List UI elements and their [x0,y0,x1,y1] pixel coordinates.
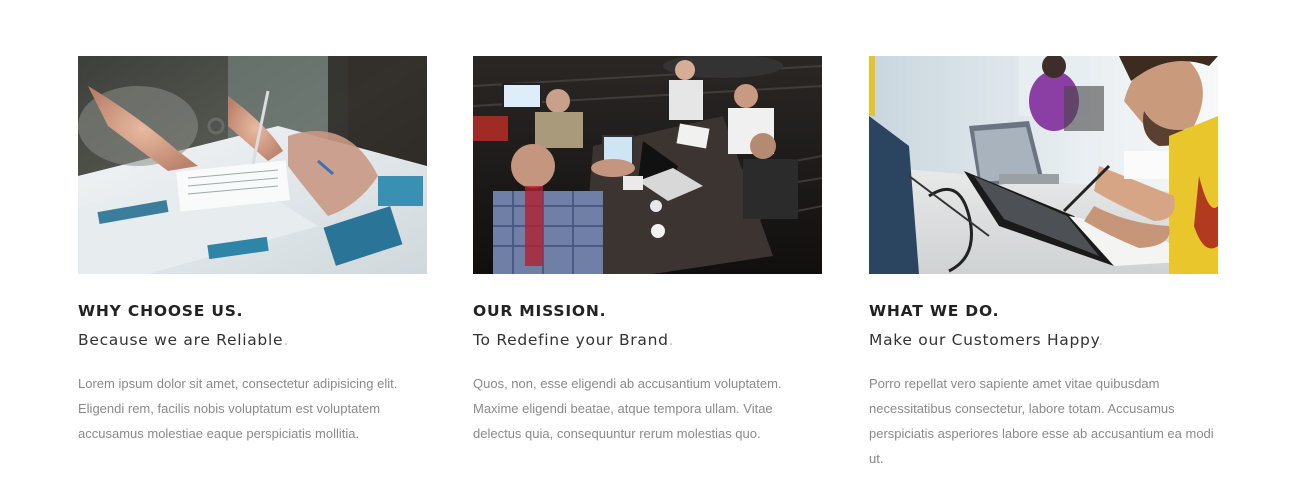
feature-tagline-period: . [283,331,289,349]
feature-tagline-text: Make our Customers Happy [869,331,1099,349]
feature-photo-meeting [473,56,822,274]
feature-what-we-do: WHAT WE DO. Make our Customers Happy. Po… [869,56,1218,471]
feature-our-mission: OUR MISSION. To Redefine your Brand. Quo… [473,56,822,471]
feature-photo-documents [78,56,427,274]
feature-tagline: To Redefine your Brand. [473,330,822,350]
feature-tagline-period: . [1098,331,1104,349]
features-row: WHY CHOOSE US. Because we are Reliable. … [78,56,1218,471]
feature-description: Porro repellat vero sapiente amet vitae … [869,376,1214,466]
feature-description: Quos, non, esse eligendi ab accusantium … [473,376,782,441]
feature-tagline-text: To Redefine your Brand [473,331,669,349]
feature-why-choose-us: WHY CHOOSE US. Because we are Reliable. … [78,56,427,471]
feature-tagline: Make our Customers Happy. [869,330,1218,350]
feature-photo-tablet [869,56,1218,274]
feature-tagline: Because we are Reliable. [78,330,427,350]
feature-tagline-text: Because we are Reliable [78,331,284,349]
feature-heading: OUR MISSION. [473,302,607,320]
feature-description: Lorem ipsum dolor sit amet, consectetur … [78,376,398,441]
feature-heading: WHAT WE DO. [869,302,1000,320]
feature-heading: WHY CHOOSE US. [78,302,244,320]
feature-tagline-period: . [668,331,675,349]
